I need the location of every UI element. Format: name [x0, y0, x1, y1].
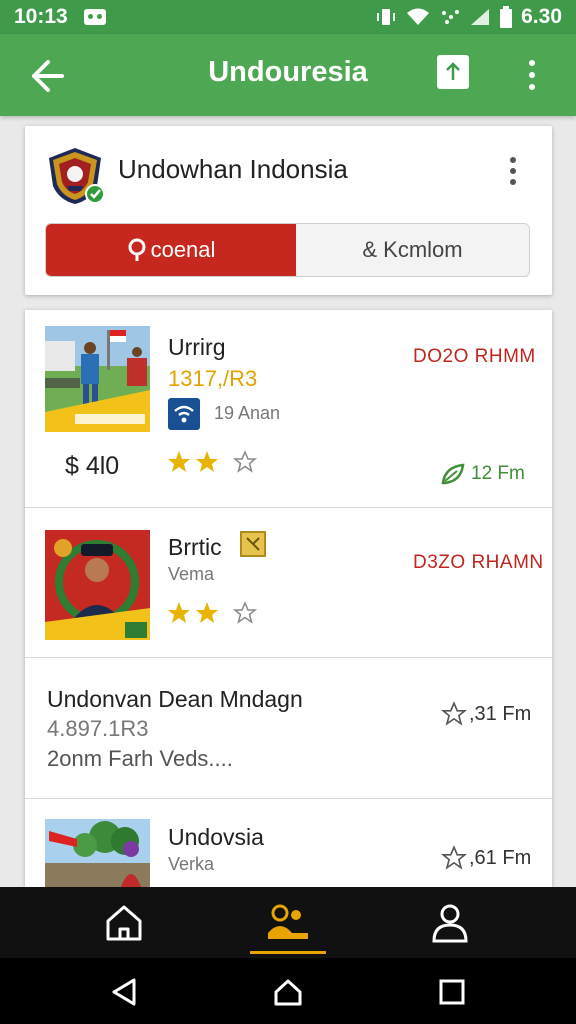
star-outline-icon [233, 601, 257, 624]
more-vert-icon[interactable] [505, 156, 521, 186]
star-filled-icon [168, 602, 190, 623]
listing-photo [45, 819, 150, 887]
rating-distance: ,61 Fm [441, 845, 531, 871]
listing-tag: D3ZO RHAMN [413, 552, 544, 573]
data-activity-icon [442, 10, 460, 24]
star-filled-icon [196, 451, 218, 472]
listing-title: Brrtic [168, 534, 222, 560]
star-filled-icon [196, 602, 218, 623]
listing-price-label: 4.897.1R3 [47, 716, 149, 741]
listing-tag: DO2O RHMM [413, 346, 536, 367]
listing-price-label: 1317,/R3 [168, 366, 258, 391]
star-outline-icon [233, 450, 257, 473]
upload-icon [446, 62, 460, 80]
location-pin-icon [128, 238, 146, 261]
listing-meta: 19 Anan [214, 403, 281, 423]
segmented-tabs: coenal & Kcmlom [45, 223, 530, 277]
bookmark-icon[interactable] [240, 531, 266, 557]
bottom-navigation [0, 887, 576, 958]
app-bar: Undouresia [0, 34, 576, 116]
organization-emblem[interactable] [45, 146, 105, 206]
list-item[interactable]: Urrirg 1317,/R3 19 Anan $ 4l0 DO2O RHMM … [25, 310, 552, 508]
listing-price: $ 4l0 [65, 452, 120, 480]
active-tab-indicator [250, 951, 326, 954]
listing-title: Undonvan Dean Mndagn [47, 686, 303, 712]
star-outline-icon [441, 845, 467, 870]
profile-card: Undowhan Indonsia coenal & Kcmlom [25, 126, 552, 295]
listing-photo [45, 326, 150, 432]
battery-icon [500, 6, 513, 28]
organization-name: Undowhan Indonsia [118, 154, 348, 184]
system-navigation [0, 958, 576, 1024]
page-title: Undouresia [208, 56, 368, 88]
listing-photo [45, 530, 150, 640]
rating-value: ,31 Fm [469, 702, 532, 725]
listing-description: 2onm Farh Veds.... [47, 746, 233, 771]
system-back-icon[interactable] [108, 976, 140, 1008]
listing-subtitle: Vema [168, 564, 215, 584]
list-item[interactable]: Brrtic Vema D3ZO RHAMN [25, 508, 552, 658]
community-icon[interactable] [266, 901, 310, 945]
distance: 12 Fm [441, 463, 525, 485]
distance-value: 12 Fm [471, 463, 525, 484]
star-rating [167, 450, 257, 474]
listing-title: Undovsia [168, 824, 264, 850]
listing-list: Urrirg 1317,/R3 19 Anan $ 4l0 DO2O RHMM … [25, 310, 552, 887]
status-bar: 10:13 6.30 [0, 0, 576, 34]
tab-community[interactable]: & Kcmlom [296, 224, 529, 276]
list-item[interactable]: Undovsia Verka ,61 Fm [25, 799, 552, 887]
system-recents-icon[interactable] [436, 976, 468, 1008]
tab-label: & Kcmlom [362, 237, 463, 262]
list-item[interactable]: Undonvan Dean Mndagn 4.897.1R3 2onm Farh… [25, 658, 552, 799]
wifi-icon [407, 8, 430, 25]
listing-subtitle: Verka [168, 854, 215, 874]
wifi-badge-icon [168, 398, 200, 430]
listing-title: Urrirg [168, 334, 226, 360]
star-filled-icon [168, 451, 190, 472]
signal-icon [471, 9, 490, 25]
upload-button[interactable] [437, 55, 469, 89]
more-vert-icon[interactable] [522, 58, 542, 94]
vibrate-icon [377, 9, 396, 25]
status-icons: 6.30 [375, 5, 562, 29]
star-rating [167, 601, 257, 625]
tab-label: coenal [150, 237, 216, 262]
profile-icon[interactable] [428, 901, 472, 945]
home-icon[interactable] [102, 901, 146, 945]
rating-distance: ,31 Fm [441, 701, 531, 727]
clock: 10:13 [14, 5, 68, 28]
battery-level: 6.30 [521, 5, 562, 28]
star-outline-icon [441, 701, 467, 726]
tab-personal[interactable]: coenal [46, 224, 296, 276]
system-home-icon[interactable] [272, 976, 304, 1008]
notification-icon [83, 9, 106, 25]
leaf-icon [441, 463, 465, 485]
rating-value: ,61 Fm [469, 846, 532, 869]
